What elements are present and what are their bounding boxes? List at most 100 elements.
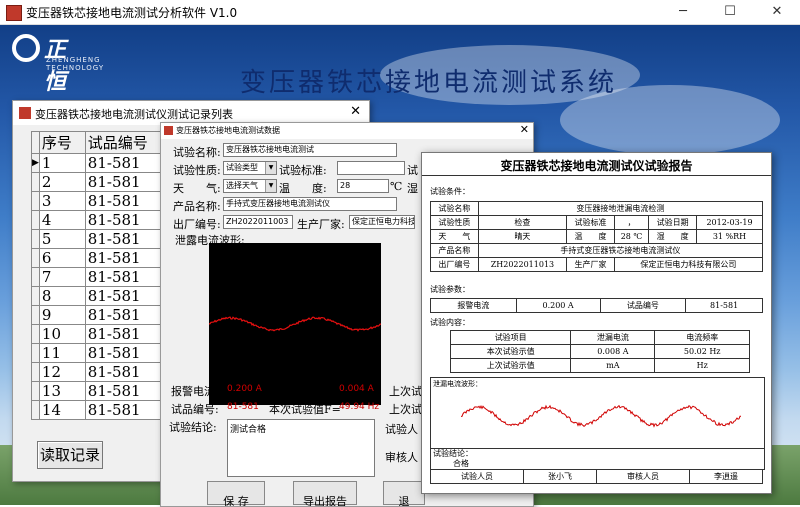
table-row[interactable]: 2 81-581 <box>31 172 172 192</box>
export-report-button[interactable]: 导出报告 <box>293 481 357 506</box>
record-table: 序号 试品编号 ▶ 1 81-581 2 81-581 3 81-581 4 81-581 5 81… <box>31 131 172 420</box>
cell-sample-id[interactable]: 81-581 <box>84 153 172 173</box>
table-row[interactable]: 12 81-581 <box>31 362 172 382</box>
report-test-name-value: 变压器接地泄漏电流检测 <box>477 201 764 216</box>
report-current-value: 0.008 A <box>570 344 656 359</box>
column-header-id[interactable]: 试品编号 <box>84 131 172 154</box>
weather-select[interactable]: 选择天气 ▼ <box>223 179 277 193</box>
cell-sample-id[interactable]: 81-581 <box>84 210 172 230</box>
cell-sample-id[interactable]: 81-581 <box>84 381 172 401</box>
serial-number-field[interactable]: ZH2022011003 <box>223 215 293 229</box>
cell-no[interactable]: 8 <box>38 286 86 306</box>
minimize-button[interactable]: ─ <box>660 0 706 24</box>
cell-no[interactable]: 7 <box>38 267 86 287</box>
table-row[interactable]: 14 81-581 <box>31 400 172 420</box>
window-icon <box>19 107 31 119</box>
close-button[interactable]: ✕ <box>754 0 800 24</box>
report-last-value: mA <box>570 358 656 373</box>
table-row[interactable]: 6 81-581 <box>31 248 172 268</box>
report-item-col2: 电流频率 <box>654 330 750 345</box>
frequency-reading-label: 本次试验值F= <box>269 403 341 416</box>
cell-no[interactable]: 3 <box>38 191 86 211</box>
report-params-table: 报警电流 0.200 A 试品编号 81-581 <box>430 298 763 313</box>
cell-sample-id[interactable]: 81-581 <box>84 248 172 268</box>
cell-sample-id[interactable]: 81-581 <box>84 191 172 211</box>
cell-sample-id[interactable]: 81-581 <box>84 362 172 382</box>
table-row[interactable]: 9 81-581 <box>31 305 172 325</box>
table-row[interactable]: 8 81-581 <box>31 286 172 306</box>
manufacturer-field[interactable]: 保定正恒电力科技 <box>349 215 415 229</box>
row-indicator <box>31 267 40 287</box>
report-last-freq: Hz <box>654 358 750 373</box>
table-row[interactable]: 13 81-581 <box>31 381 172 401</box>
table-row[interactable]: 11 81-581 <box>31 343 172 363</box>
temperature-unit: ℃ <box>390 180 403 193</box>
maximize-button[interactable]: ☐ <box>707 0 753 24</box>
cell-no[interactable]: 4 <box>38 210 86 230</box>
row-indicator <box>31 324 40 344</box>
cell-sample-id[interactable]: 81-581 <box>84 267 172 287</box>
product-name-field[interactable]: 手持式变压器接地电流测试仪 <box>223 197 397 211</box>
save-button[interactable]: 保 存 <box>207 481 265 506</box>
cell-no[interactable]: 12 <box>38 362 86 382</box>
cell-sample-id[interactable]: 81-581 <box>84 400 172 420</box>
cell-no[interactable]: 5 <box>38 229 86 249</box>
cell-sample-id[interactable]: 81-581 <box>84 324 172 344</box>
cell-sample-id[interactable]: 81-581 <box>84 343 172 363</box>
cell-sample-id[interactable]: 81-581 <box>84 172 172 192</box>
cell-no[interactable]: 13 <box>38 381 86 401</box>
cell-no[interactable]: 10 <box>38 324 86 344</box>
exit-button[interactable]: 退 <box>383 481 425 506</box>
table-row[interactable]: 10 81-581 <box>31 324 172 344</box>
row-indicator <box>31 172 40 192</box>
cell-no[interactable]: 6 <box>38 248 86 268</box>
alarm-current-label: 报警电流: <box>171 385 219 398</box>
table-row[interactable]: 3 81-581 <box>31 191 172 211</box>
cell-no[interactable]: 1 <box>38 153 86 173</box>
report-weather-label: 天 气 <box>430 229 479 244</box>
table-row[interactable]: ▶ 1 81-581 <box>31 153 172 173</box>
temperature-field[interactable]: 28 <box>337 179 389 193</box>
conclusion-textarea[interactable]: 测试合格 <box>227 419 375 477</box>
report-conditions-label: 试验条件： <box>430 187 470 196</box>
report-date-label: 试验日期 <box>648 215 697 230</box>
row-indicator <box>31 381 40 401</box>
last-reading-label: 上次试 <box>389 385 422 398</box>
test-nature-value: 试验类型 <box>226 163 258 172</box>
report-tester-value: 张小飞 <box>523 469 597 484</box>
current-reading-label: 本次试验值I= <box>269 385 338 398</box>
cell-no[interactable]: 2 <box>38 172 86 192</box>
read-record-button[interactable]: 读取记录 <box>37 441 103 469</box>
test-nature-select[interactable]: 试验类型 ▼ <box>223 161 277 175</box>
cell-sample-id[interactable]: 81-581 <box>84 286 172 306</box>
close-icon[interactable]: ✕ <box>520 123 529 136</box>
cell-no[interactable]: 9 <box>38 305 86 325</box>
test-standard-label: 试验标准: <box>279 164 327 177</box>
test-standard-field[interactable] <box>337 161 405 175</box>
close-icon[interactable]: ✕ <box>350 104 361 119</box>
test-name-field[interactable]: 变压器铁芯接地电流测试 <box>223 143 397 157</box>
serial-number-label: 出厂编号: <box>173 218 221 231</box>
table-row[interactable]: 5 81-581 <box>31 229 172 249</box>
cell-sample-id[interactable]: 81-581 <box>84 229 172 249</box>
cell-sample-id[interactable]: 81-581 <box>84 305 172 325</box>
report-temp-value: 28 ℃ <box>613 229 650 244</box>
report-nature-value: 检查 <box>477 215 568 230</box>
table-row[interactable]: 4 81-581 <box>31 210 172 230</box>
test-name-label: 试验名称: <box>173 146 221 159</box>
report-current-freq: 50.02 Hz <box>654 344 750 359</box>
report-last-label: 上次试验示值 <box>449 358 572 373</box>
cell-no[interactable]: 11 <box>38 343 86 363</box>
row-indicator <box>31 248 40 268</box>
row-indicator <box>31 286 40 306</box>
report-waveform-trace <box>461 404 741 428</box>
report-maker-label: 生产厂家 <box>566 257 615 272</box>
table-row[interactable]: 7 81-581 <box>31 267 172 287</box>
report-waveform-svg <box>461 404 741 428</box>
column-header-no[interactable]: 序号 <box>38 131 86 154</box>
window-title: 变压器铁芯接地电流测试分析软件 V1.0 <box>26 6 238 20</box>
sample-number-value: 81-581 <box>227 402 259 412</box>
weather-value: 选择天气 <box>226 181 258 190</box>
cell-no[interactable]: 14 <box>38 400 86 420</box>
report-nature-label: 试验性质 <box>430 215 479 230</box>
